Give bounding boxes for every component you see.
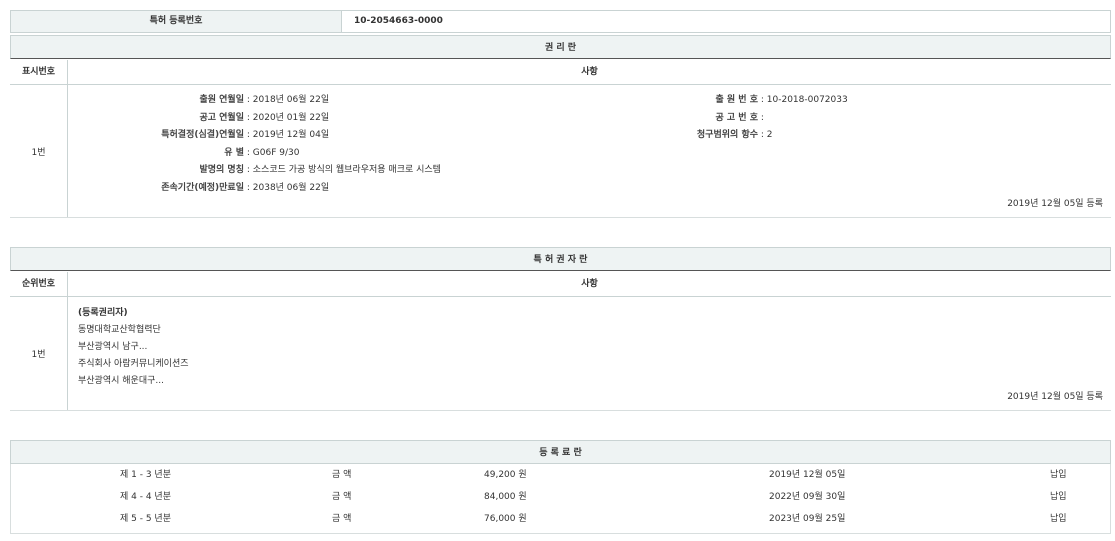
fee-amount: 76,000 원 [484, 509, 527, 530]
holders-registered-date: 2019년 12월 05일 등록 [1007, 389, 1103, 402]
rights-col-number: 표시번호 [10, 60, 68, 84]
decision-date: 특허결정(심결)연월일 : 2019년 12월 04일 [68, 127, 329, 140]
claims-count: 청구범위의 항수 : 2 [608, 127, 773, 140]
fee-status: 납입 [1050, 487, 1067, 508]
fee-period: 제 5 - 5 년분 [120, 509, 171, 530]
application-number: 출 원 번 호 : 10-2018-0072033 [608, 92, 848, 105]
fee-status: 납입 [1050, 465, 1067, 486]
holder-name-1: 동명대학교산학협력단 [78, 322, 161, 335]
fee-amount-label: 금 액 [332, 465, 351, 486]
holders-row-number: 1번 [10, 297, 68, 410]
registration-label: 특허 등록번호 [11, 11, 342, 32]
fee-date: 2023년 09월 25일 [769, 509, 845, 530]
classification: 유 별 : G06F 9/30 [68, 145, 299, 158]
fee-row: 제 1 - 3 년분 금 액 49,200 원 2019년 12월 05일 납입 [10, 465, 1111, 486]
fee-amount: 49,200 원 [484, 465, 527, 486]
holders-col-item: 사항 [68, 272, 1111, 296]
registration-number: 10-2054663-0000 [342, 11, 1110, 32]
fee-period: 제 4 - 4 년분 [120, 487, 171, 508]
holders-row: 1번 (등록권리자) 동명대학교산학협력단 부산광역시 남구... 주식회사 아… [10, 297, 1111, 411]
registration-row: 특허 등록번호 10-2054663-0000 [10, 10, 1111, 33]
rights-column-header: 표시번호 사항 [10, 60, 1111, 85]
fee-amount: 84,000 원 [484, 487, 527, 508]
rights-registered-date: 2019년 12월 05일 등록 [1007, 196, 1103, 209]
filing-date: 출원 연월일 : 2018년 06월 22일 [68, 92, 329, 105]
holders-section-title: 특 허 권 자 란 [10, 247, 1111, 271]
fee-amount-label: 금 액 [332, 509, 351, 530]
fees-section-title: 등 록 료 란 [10, 440, 1111, 464]
holders-details: (등록권리자) 동명대학교산학협력단 부산광역시 남구... 주식회사 아람커뮤… [68, 297, 1111, 410]
holders-col-number: 순위번호 [10, 272, 68, 296]
fee-amount-label: 금 액 [332, 487, 351, 508]
holders-column-header: 순위번호 사항 [10, 272, 1111, 297]
rights-col-item: 사항 [68, 60, 1111, 84]
publication-date: 공고 연월일 : 2020년 01월 22일 [68, 110, 329, 123]
holder-role: (등록권리자) [78, 305, 128, 318]
fee-period: 제 1 - 3 년분 [120, 465, 171, 486]
publication-number: 공 고 번 호 : [608, 110, 764, 123]
rights-row: 1번 출원 연월일 : 2018년 06월 22일 공고 연월일 : 2020년… [10, 85, 1111, 218]
expiry-date: 존속기간(예정)만료일 : 2038년 06월 22일 [68, 180, 329, 193]
rights-details: 출원 연월일 : 2018년 06월 22일 공고 연월일 : 2020년 01… [68, 85, 1111, 217]
holder-address-1: 부산광역시 남구... [78, 339, 147, 352]
fee-date: 2022년 09월 30일 [769, 487, 845, 508]
fee-date: 2019년 12월 05일 [769, 465, 845, 486]
invention-title: 발명의 명칭 : 소스코드 가공 방식의 웹브라우저용 매크로 시스템 [68, 162, 441, 175]
rights-row-number: 1번 [10, 85, 68, 217]
fee-row: 제 5 - 5 년분 금 액 76,000 원 2023년 09월 25일 납입 [10, 509, 1111, 530]
fee-status: 납입 [1050, 509, 1067, 530]
fee-row: 제 4 - 4 년분 금 액 84,000 원 2022년 09월 30일 납입 [10, 487, 1111, 508]
holder-address-2: 부산광역시 해운대구... [78, 373, 164, 386]
holder-name-2: 주식회사 아람커뮤니케이션즈 [78, 356, 189, 369]
rights-section-title: 권 리 란 [10, 35, 1111, 59]
